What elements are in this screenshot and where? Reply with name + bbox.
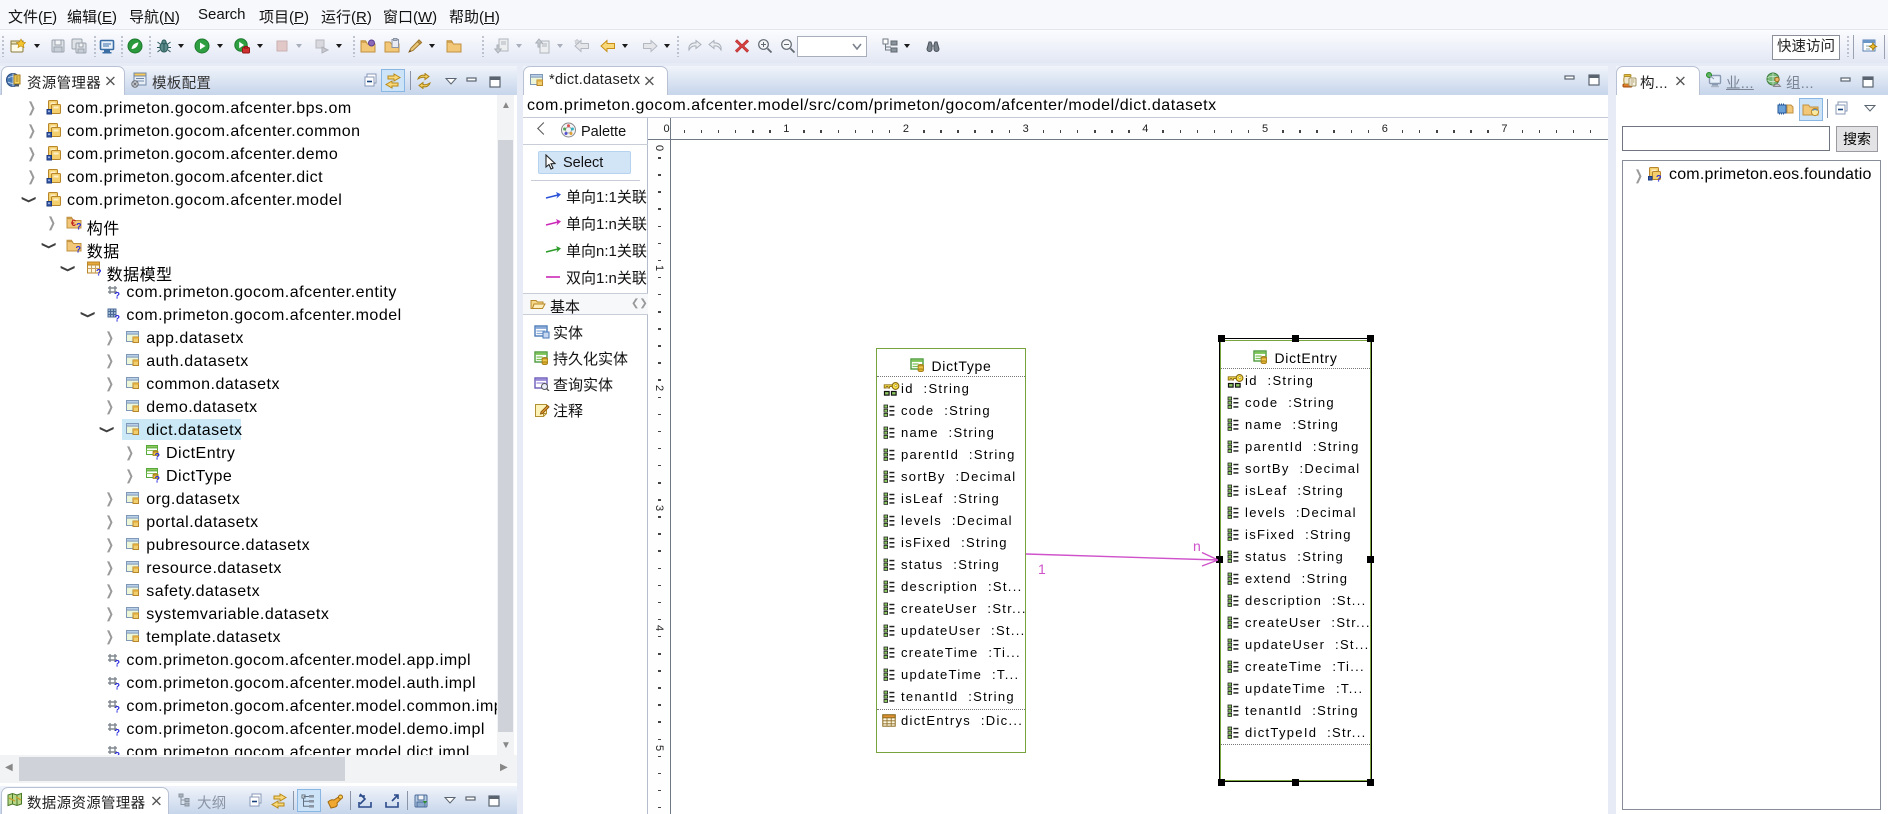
svg-text:?: ? <box>115 659 121 668</box>
svg-text:?: ? <box>115 682 121 691</box>
svg-text:?: ? <box>96 268 102 277</box>
svg-text:?: ? <box>115 314 121 323</box>
svg-text:?: ? <box>115 291 121 300</box>
svg-text:?: ? <box>115 705 121 714</box>
svg-text:?: ? <box>75 245 81 254</box>
svg-text:?: ? <box>155 452 161 461</box>
svg-text:?: ? <box>115 728 121 737</box>
svg-text:?: ? <box>1656 174 1662 183</box>
svg-text:?: ? <box>155 475 161 484</box>
svg-text:?: ? <box>76 222 82 231</box>
